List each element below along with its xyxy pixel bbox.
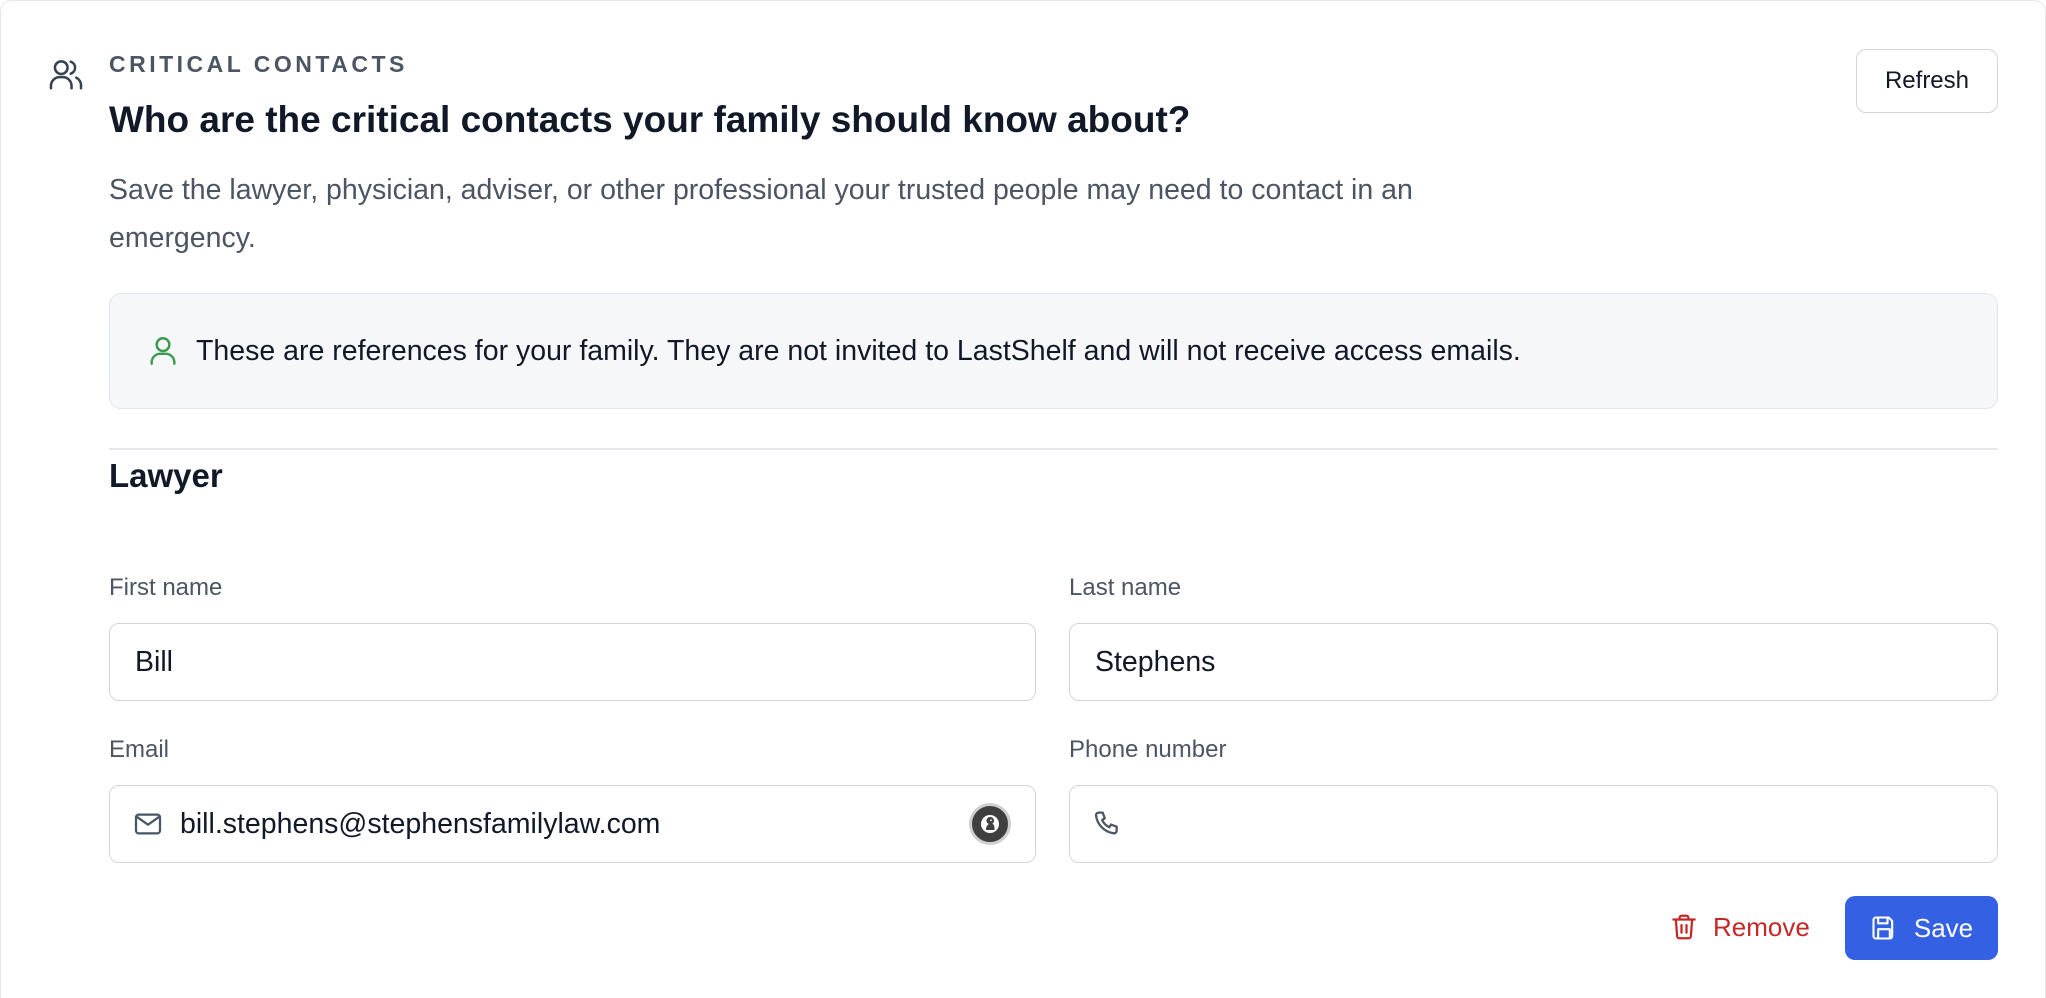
critical-contacts-card: CRITICAL CONTACTS Refresh Who are the cr… xyxy=(0,0,2046,998)
last-name-label: Last name xyxy=(1069,574,1182,601)
phone-label: Phone number xyxy=(1069,736,1227,763)
remove-button[interactable]: Remove xyxy=(1665,895,1814,959)
section-eyebrow: CRITICAL CONTACTS xyxy=(109,51,408,77)
users-icon xyxy=(47,55,85,93)
email-label: Email xyxy=(109,736,170,763)
user-icon xyxy=(146,334,180,368)
page-title: Who are the critical contacts your famil… xyxy=(109,99,1191,140)
trash-icon xyxy=(1672,914,1696,940)
first-name-input[interactable] xyxy=(110,624,1035,700)
save-icon xyxy=(1872,916,1894,940)
phone-input[interactable] xyxy=(1124,786,1997,862)
section-divider xyxy=(109,448,1998,450)
phone-icon xyxy=(1092,808,1124,840)
section-title-lawyer: Lawyer xyxy=(109,457,223,494)
save-button[interactable]: Save xyxy=(1845,896,1998,960)
first-name-label: First name xyxy=(109,574,223,601)
phone-field-wrapper xyxy=(1069,785,1998,863)
notice-text: These are references for your family. Th… xyxy=(196,334,1521,367)
info-notice: These are references for your family. Th… xyxy=(109,293,1998,409)
duck-extension-icon[interactable] xyxy=(969,803,1011,845)
email-input[interactable] xyxy=(164,786,969,862)
refresh-button[interactable]: Refresh xyxy=(1856,49,1998,113)
last-name-field-wrapper xyxy=(1069,623,1998,701)
save-label: Save xyxy=(1913,912,1974,943)
page-subtitle: Save the lawyer, physician, adviser, or … xyxy=(109,174,1413,254)
email-field-wrapper xyxy=(109,785,1036,863)
last-name-input[interactable] xyxy=(1070,624,1997,700)
first-name-field-wrapper xyxy=(109,623,1036,701)
mail-icon xyxy=(132,808,164,840)
remove-label: Remove xyxy=(1713,911,1810,942)
